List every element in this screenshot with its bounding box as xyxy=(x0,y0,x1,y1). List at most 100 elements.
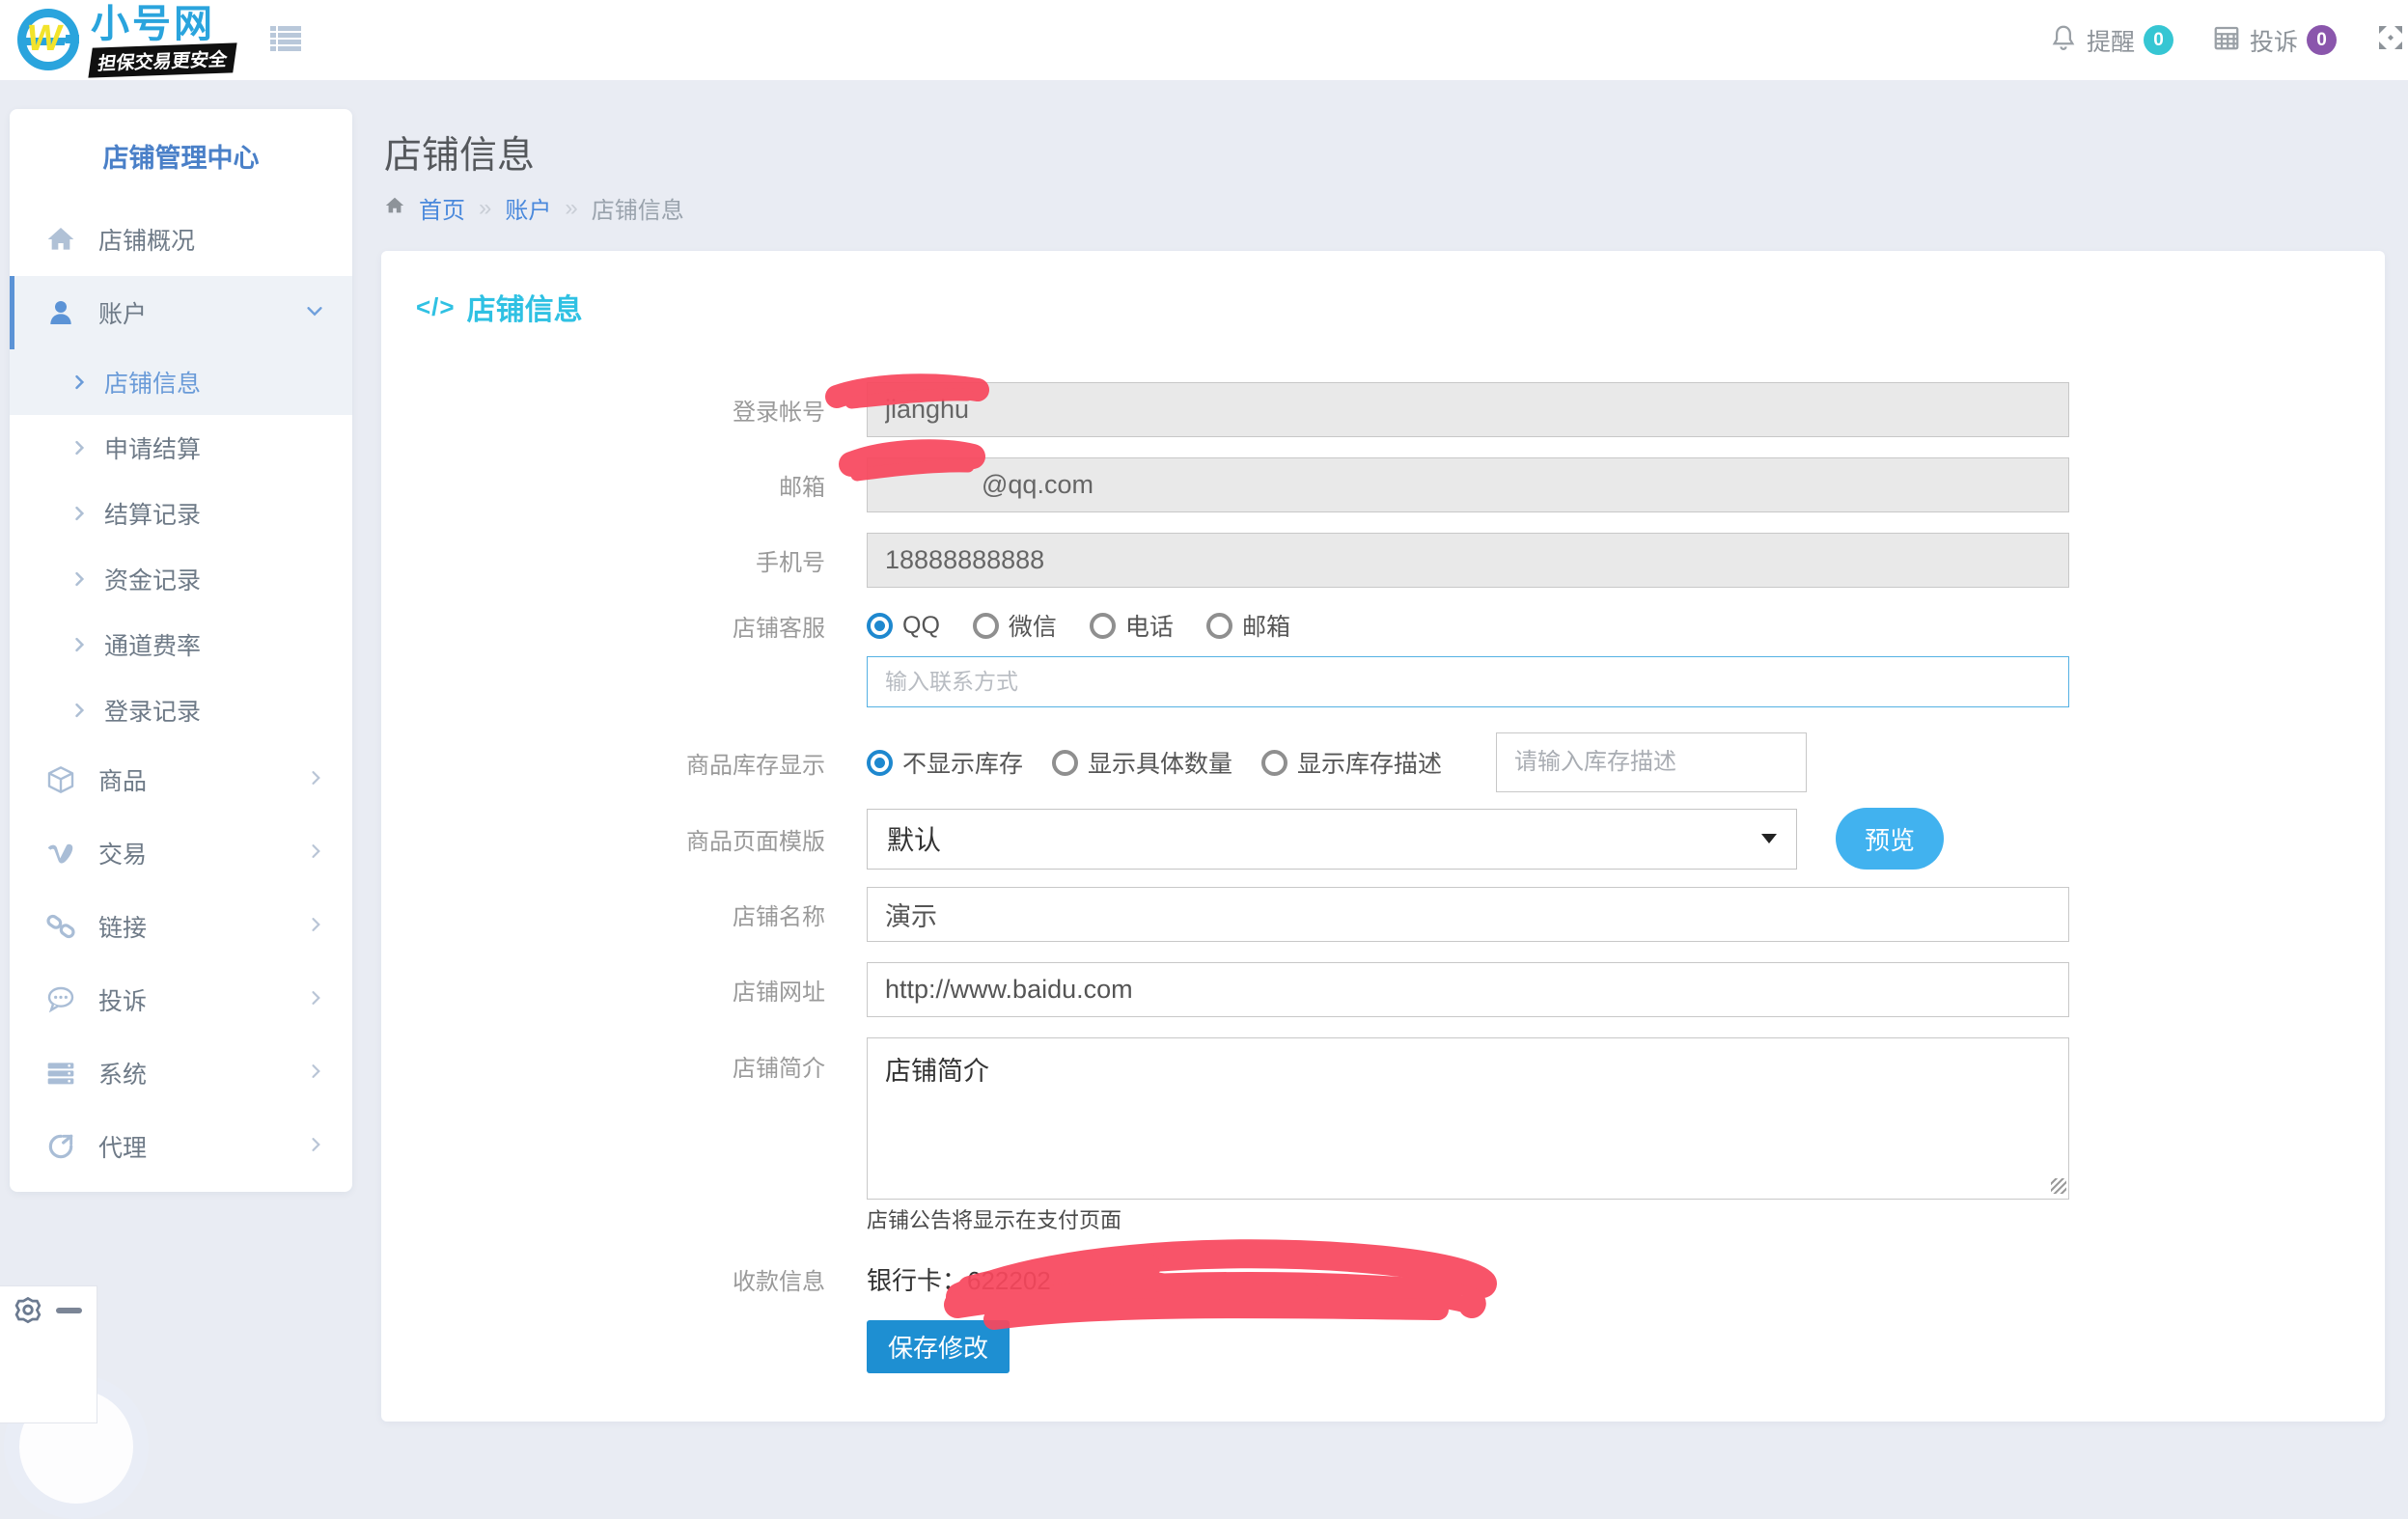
card-title: 店铺信息 xyxy=(467,286,583,328)
calendar-icon xyxy=(2212,23,2241,57)
reminder-label: 提醒 xyxy=(2087,23,2135,58)
shop-name-label: 店铺名称 xyxy=(381,898,825,931)
stock-option-quantity[interactable]: 显示具体数量 xyxy=(1052,745,1232,780)
fullscreen-button[interactable] xyxy=(2375,22,2406,58)
sidebar-subitem-label: 店铺信息 xyxy=(104,365,201,400)
shop-intro-label: 店铺简介 xyxy=(381,1037,825,1083)
sidebar-subitem-login-record[interactable]: 登录记录 xyxy=(10,677,352,743)
chevron-right-icon xyxy=(306,842,325,866)
email-label: 邮箱 xyxy=(381,468,825,502)
resize-handle[interactable] xyxy=(2051,1178,2066,1194)
cube-icon xyxy=(42,764,79,795)
reminder-count-badge: 0 xyxy=(2144,25,2173,55)
preview-button[interactable]: 预览 xyxy=(1836,808,1944,870)
sidebar-item-label: 代理 xyxy=(98,1129,147,1164)
radio-icon xyxy=(1206,613,1232,639)
complaint-button[interactable]: 投诉 0 xyxy=(2212,23,2337,58)
chevron-right-icon xyxy=(306,1135,325,1159)
sidebar-item-label: 店铺概况 xyxy=(98,222,195,257)
breadcrumb-account-link[interactable]: 账户 xyxy=(505,191,551,225)
minimize-icon[interactable] xyxy=(56,1308,82,1313)
breadcrumb-current: 店铺信息 xyxy=(592,191,684,225)
stock-display-label: 商品库存显示 xyxy=(381,746,825,780)
shop-name-input[interactable] xyxy=(867,887,2069,942)
login-account-label: 登录帐号 xyxy=(381,393,825,427)
chevron-right-icon xyxy=(69,504,89,523)
phone-label: 手机号 xyxy=(381,543,825,577)
link-icon xyxy=(42,911,79,942)
trade-v-icon xyxy=(42,838,79,869)
sidebar-subitem-fund-record[interactable]: 资金记录 xyxy=(10,546,352,612)
complaint-label: 投诉 xyxy=(2250,23,2298,58)
chevron-right-icon xyxy=(69,569,89,589)
sidebar-item-agent[interactable]: 代理 xyxy=(10,1110,352,1183)
sidebar-title: 店铺管理中心 xyxy=(10,109,352,203)
stock-option-desc[interactable]: 显示库存描述 xyxy=(1261,745,1442,780)
sidebar-subitem-shop-info[interactable]: 店铺信息 xyxy=(10,349,352,415)
radio-icon xyxy=(1261,750,1287,776)
bell-icon xyxy=(2049,23,2078,57)
fullscreen-icon xyxy=(2375,22,2406,58)
code-icon: </> xyxy=(416,292,456,322)
breadcrumb-separator: » xyxy=(565,195,577,222)
sidebar-subitem-settle-record[interactable]: 结算记录 xyxy=(10,481,352,546)
chevron-down-icon xyxy=(304,300,325,326)
select-arrow-icon xyxy=(1761,834,1777,843)
sidebar-item-overview[interactable]: 店铺概况 xyxy=(10,203,352,276)
shop-intro-textarea[interactable]: 店铺简介 xyxy=(867,1037,2069,1200)
comment-icon xyxy=(42,984,79,1015)
server-icon xyxy=(42,1058,79,1089)
logo-tagline: 担保交易更安全 xyxy=(88,42,236,77)
radio-checked-icon xyxy=(867,750,893,776)
sidebar-item-complaints[interactable]: 投诉 xyxy=(10,963,352,1036)
chevron-right-icon xyxy=(69,438,89,457)
service-option-email[interactable]: 邮箱 xyxy=(1206,608,1290,643)
sidebar-subitem-label: 资金记录 xyxy=(104,562,201,596)
sidebar-subitem-apply-settle[interactable]: 申请结算 xyxy=(10,415,352,481)
reminder-button[interactable]: 提醒 0 xyxy=(2049,23,2173,58)
gear-icon[interactable] xyxy=(12,1294,44,1332)
chevron-right-icon xyxy=(306,1062,325,1086)
sidebar-item-system[interactable]: 系统 xyxy=(10,1036,352,1110)
phone-input xyxy=(867,533,2069,588)
sidebar-subitem-label: 申请结算 xyxy=(104,430,201,465)
sidebar-item-goods[interactable]: 商品 xyxy=(10,743,352,816)
page-template-label: 商品页面模版 xyxy=(381,822,825,856)
agent-share-icon xyxy=(42,1131,79,1162)
sidebar-item-account[interactable]: 账户 xyxy=(10,276,352,349)
breadcrumb-separator: » xyxy=(479,195,491,222)
sidebar-item-label: 系统 xyxy=(98,1056,147,1091)
payment-info-value: 银行卡：622202 xyxy=(867,1261,1051,1297)
stock-desc-input[interactable] xyxy=(1496,732,1807,792)
menu-list-icon[interactable] xyxy=(268,21,303,56)
shop-info-form: 登录帐号 邮箱 手机号 店铺客服 QQ xyxy=(381,382,2385,1373)
complaint-count-badge: 0 xyxy=(2307,25,2337,55)
shop-url-input[interactable] xyxy=(867,962,2069,1017)
stock-option-hide[interactable]: 不显示库存 xyxy=(867,745,1023,780)
service-option-phone[interactable]: 电话 xyxy=(1090,608,1174,643)
payment-info-label: 收款信息 xyxy=(381,1262,825,1296)
shop-url-label: 店铺网址 xyxy=(381,973,825,1007)
save-button[interactable]: 保存修改 xyxy=(867,1320,1010,1373)
template-select[interactable]: 默认 xyxy=(867,809,1797,870)
radio-checked-icon xyxy=(867,613,893,639)
sidebar-item-links[interactable]: 链接 xyxy=(10,890,352,963)
service-option-qq[interactable]: QQ xyxy=(867,612,940,640)
logo[interactable]: W 小号网 担保交易更安全 xyxy=(15,4,235,75)
home-icon xyxy=(42,224,79,255)
logo-mark-icon: W xyxy=(15,7,81,72)
contact-input[interactable] xyxy=(867,656,2069,707)
radio-icon xyxy=(973,613,999,639)
chevron-right-icon xyxy=(69,635,89,654)
corner-widget xyxy=(0,1285,97,1423)
sidebar-subitem-channel-rate[interactable]: 通道费率 xyxy=(10,612,352,677)
sidebar-item-trade[interactable]: 交易 xyxy=(10,816,352,890)
shop-info-card: </> 店铺信息 登录帐号 邮箱 手机号 店铺客服 xyxy=(381,251,2385,1422)
sidebar-item-label: 账户 xyxy=(98,295,147,330)
chevron-right-icon xyxy=(306,768,325,792)
chevron-right-icon xyxy=(306,915,325,939)
sidebar-item-label: 链接 xyxy=(98,909,147,944)
service-option-wechat[interactable]: 微信 xyxy=(973,608,1057,643)
topbar: W 小号网 担保交易更安全 提醒 0 xyxy=(0,0,2408,80)
breadcrumb-home-link[interactable]: 首页 xyxy=(419,191,465,225)
